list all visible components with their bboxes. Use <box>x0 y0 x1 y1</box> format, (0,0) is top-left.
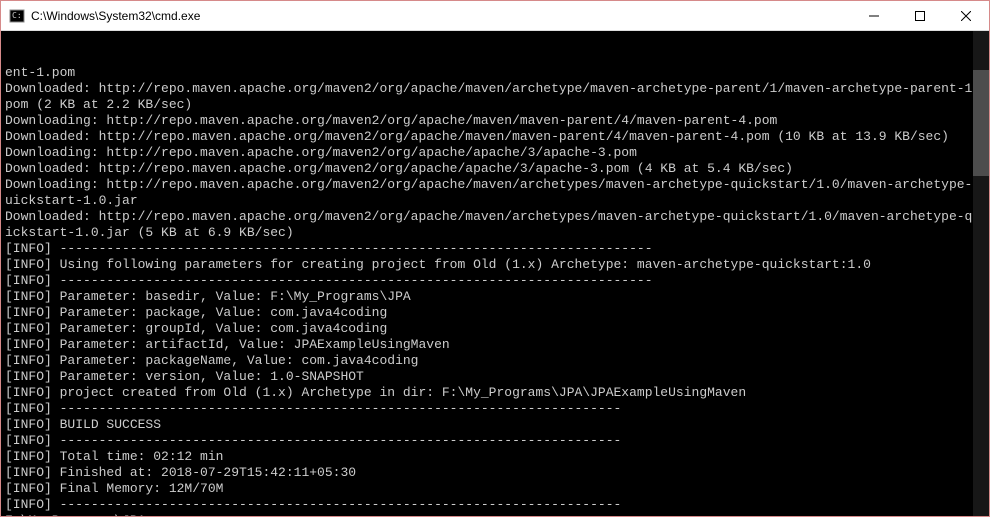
terminal-output[interactable]: ent-1.pomDownloaded: http://repo.maven.a… <box>1 31 989 516</box>
output-line: ent-1.pom <box>5 65 985 81</box>
maximize-button[interactable] <box>897 1 943 30</box>
minimize-button[interactable] <box>851 1 897 30</box>
window-controls <box>851 1 989 30</box>
close-button[interactable] <box>943 1 989 30</box>
prompt-line[interactable]: F:\My_Programs\JPA> <box>5 513 985 516</box>
output-line: [INFO] ---------------------------------… <box>5 433 985 449</box>
output-line: [INFO] Parameter: package, Value: com.ja… <box>5 305 985 321</box>
scrollbar-track[interactable] <box>973 31 989 516</box>
output-line: Downloaded: http://repo.maven.apache.org… <box>5 209 985 241</box>
output-line: [INFO] Parameter: version, Value: 1.0-SN… <box>5 369 985 385</box>
titlebar[interactable]: C: C:\Windows\System32\cmd.exe <box>1 1 989 31</box>
output-line: Downloading: http://repo.maven.apache.or… <box>5 177 985 209</box>
output-line: [INFO] ---------------------------------… <box>5 401 985 417</box>
cmd-window: C: C:\Windows\System32\cmd.exe ent-1.pom… <box>1 1 989 516</box>
prompt-text: F:\My_Programs\JPA> <box>5 513 153 516</box>
output-line: [INFO] Using following parameters for cr… <box>5 257 985 273</box>
scrollbar-thumb[interactable] <box>973 70 989 177</box>
output-line: Downloaded: http://repo.maven.apache.org… <box>5 161 985 177</box>
output-line: [INFO] Total time: 02:12 min <box>5 449 985 465</box>
output-line: [INFO] BUILD SUCCESS <box>5 417 985 433</box>
output-line: Downloaded: http://repo.maven.apache.org… <box>5 81 985 113</box>
output-line: Downloaded: http://repo.maven.apache.org… <box>5 129 985 145</box>
output-line: [INFO] Finished at: 2018-07-29T15:42:11+… <box>5 465 985 481</box>
output-line: [INFO] Parameter: artifactId, Value: JPA… <box>5 337 985 353</box>
output-line: [INFO] Parameter: basedir, Value: F:\My_… <box>5 289 985 305</box>
output-line: [INFO] ---------------------------------… <box>5 241 985 257</box>
app-icon: C: <box>9 8 25 24</box>
output-line: [INFO] project created from Old (1.x) Ar… <box>5 385 985 401</box>
output-line: [INFO] ---------------------------------… <box>5 497 985 513</box>
output-line: [INFO] Final Memory: 12M/70M <box>5 481 985 497</box>
output-line: Downloading: http://repo.maven.apache.or… <box>5 145 985 161</box>
output-line: Downloading: http://repo.maven.apache.or… <box>5 113 985 129</box>
output-line: [INFO] Parameter: groupId, Value: com.ja… <box>5 321 985 337</box>
output-line: [INFO] Parameter: packageName, Value: co… <box>5 353 985 369</box>
output-line: [INFO] ---------------------------------… <box>5 273 985 289</box>
window-title: C:\Windows\System32\cmd.exe <box>31 9 851 23</box>
svg-text:C:: C: <box>12 11 22 20</box>
